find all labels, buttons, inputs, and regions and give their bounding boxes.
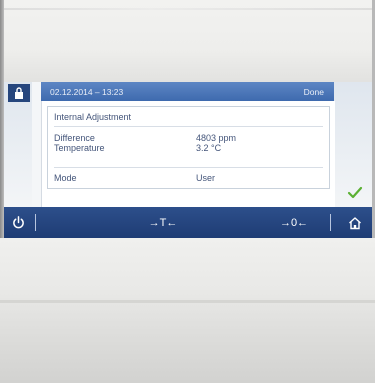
home-icon bbox=[349, 216, 361, 229]
adjustment-dialog: 02.12.2014 – 13:23 Done Internal Adjustm… bbox=[41, 82, 335, 207]
row-value-difference: 4803 ppm bbox=[196, 133, 237, 143]
screen-left-panel bbox=[4, 82, 32, 207]
datetime-label: 02.12.2014 – 13:23 bbox=[50, 87, 124, 97]
bezel-line bbox=[0, 8, 375, 10]
nav-separator bbox=[35, 214, 36, 231]
row-value-mode: User bbox=[196, 173, 216, 183]
done-button[interactable]: Done bbox=[304, 87, 324, 97]
zero-button[interactable]: →0← bbox=[274, 207, 314, 238]
dialog-header: 02.12.2014 – 13:23 Done bbox=[41, 82, 334, 101]
device-bottom-bezel bbox=[0, 238, 375, 383]
dialog-body: Internal Adjustment Difference 4803 ppm … bbox=[41, 101, 335, 207]
power-button[interactable] bbox=[4, 207, 32, 238]
divider bbox=[54, 167, 323, 168]
divider bbox=[54, 126, 323, 127]
power-icon bbox=[12, 216, 24, 229]
lock-icon[interactable] bbox=[8, 84, 30, 102]
tare-button[interactable]: →T← bbox=[142, 207, 184, 238]
home-button[interactable] bbox=[340, 207, 370, 238]
zero-label: →0← bbox=[279, 216, 309, 229]
bezel-line bbox=[0, 300, 375, 303]
bottom-navbar: →T← →0← bbox=[4, 207, 372, 238]
row-label-mode: Mode bbox=[54, 173, 77, 183]
result-box: Internal Adjustment Difference 4803 ppm … bbox=[47, 106, 330, 189]
row-label-temperature: Temperature bbox=[54, 143, 105, 153]
row-value-temperature: 3.2 °C bbox=[196, 143, 222, 153]
device-top-bezel bbox=[0, 0, 375, 82]
nav-separator bbox=[330, 214, 331, 231]
tare-label: →T← bbox=[148, 216, 178, 229]
row-label-difference: Difference bbox=[54, 133, 95, 143]
touch-screen: 02.12.2014 – 13:23 Done Internal Adjustm… bbox=[4, 82, 372, 238]
checkmark-icon[interactable] bbox=[347, 186, 363, 200]
dialog-title: Internal Adjustment bbox=[54, 112, 132, 122]
